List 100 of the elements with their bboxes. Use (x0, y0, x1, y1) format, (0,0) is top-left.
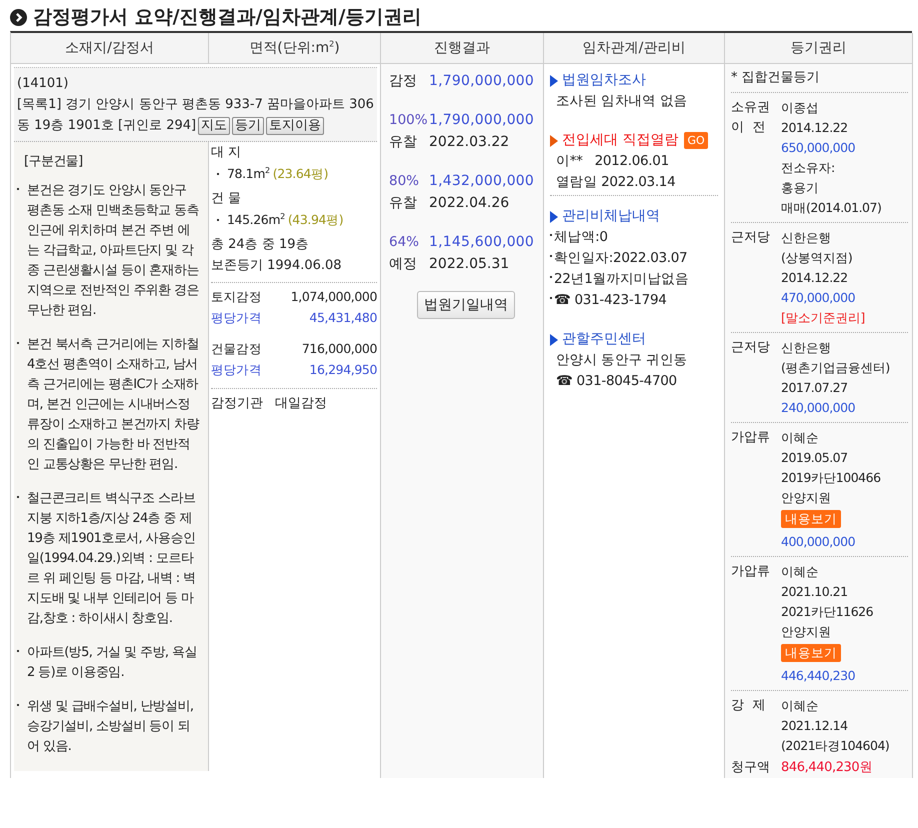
column-header: 소재지/감정서 (11, 33, 209, 64)
round-status: 유찰 (389, 194, 418, 213)
section-link[interactable]: 법원임차조사 (562, 70, 646, 91)
tenancy-text: 안양시 동안구 귀인동 (555, 351, 688, 370)
right-type: 소유권 (731, 99, 771, 117)
round-date: 2022.04.26 (429, 194, 510, 213)
description-paragraph: 아파트(방5, 거실 및 주방, 욕실2 등)로 이용중임. (27, 644, 198, 682)
right-detail: (상봉역지점) (781, 249, 854, 267)
section-link[interactable]: 관리비체납내역 (562, 206, 660, 227)
column-header: 등기권리 (725, 33, 913, 64)
appraisal-label: 감정 (389, 72, 418, 91)
fee-info: ☎ 031-423-1794 (554, 291, 667, 310)
right-type: 강 제 (731, 697, 766, 715)
amount-text: 650,000,000 (781, 139, 856, 157)
right-detail: 신한은행 (781, 229, 832, 247)
right-detail: 2017.07.27 (781, 379, 849, 397)
postcode: (14101) (17, 75, 70, 93)
base-right-note: [말소기준권리] (781, 309, 866, 327)
registration-date: 보존등기 1994.06.08 (211, 257, 343, 275)
right-detail: 매매(2014.01.07) (781, 199, 882, 217)
right-detail: 2019카단100466 (781, 469, 882, 487)
area-label: 대 지 (211, 144, 242, 162)
right-type: 이 전 (731, 119, 766, 137)
claim-amount: 846,440,230원 (781, 759, 872, 777)
right-detail: (평촌기업금융센터) (781, 359, 891, 377)
description-paragraph: 본건은 경기도 안양시 동안구 평촌동 소재 민백초등학교 동측 인근에 위치하며 본건 주변 에는 각급학교, 아파트단지 및 각종 근린생활시설 등이 혼재하는 지역으로 전반적인 주위환 경은 무난한 편임. (27, 182, 199, 320)
right-detail: 2021.12.14 (781, 717, 849, 735)
fee-info: 확인일자:2022.03.07 (554, 249, 688, 268)
description-paragraph: 철근콘크리트 벽식구조 스라브지붕 지하1층/지상 24층 중 제19층 제1901호로서, 사용승인일(1994.04.29.)외벽 : 모르타르 위 페인팅 등 마감, 내벽 : 벽지도배 및 내부 인테리어 등 마감,창호 : 하이새시 창호임. (27, 490, 196, 628)
right-detail: 2019.05.07 (781, 449, 849, 467)
right-type: 가압류 (731, 563, 771, 581)
round-percent: 100% (389, 111, 429, 130)
area-size: 78.1m$^{2}$ (227, 164, 270, 183)
right-detail: 이혜순 (781, 697, 820, 715)
triangle-icon (550, 74, 558, 86)
appraisal-label: 건물감정 (211, 340, 262, 358)
amount-text: 446,440,230 (781, 667, 856, 685)
column-header: 진행결과 (381, 33, 544, 64)
appraiser-label: 감정기관 (211, 395, 263, 413)
fee-info: 22년1월까지미납없음 (554, 270, 688, 289)
amount-text: 400,000,000 (781, 533, 856, 551)
right-type: 근저당 (731, 339, 771, 357)
address-text: 동 19층 1901호 [귀인로 294] (17, 117, 196, 135)
tenancy-text: 열람일 2022.03.14 (555, 173, 676, 192)
section-link[interactable]: 전입세대 직접열람 (562, 130, 678, 151)
tenancy-text: 조사된 임차내역 없음 (555, 92, 688, 111)
column-header: 임차관계/관리비 (544, 33, 725, 64)
right-detail: 전소유자: (781, 159, 836, 177)
address-button[interactable]: 지도 (198, 116, 230, 134)
section-link[interactable]: 관할주민센터 (562, 329, 646, 350)
court-dates-button[interactable]: 법원기일내역 (417, 291, 515, 319)
round-price: 1,145,600,000 (429, 233, 534, 252)
right-detail: 안양지원 (781, 623, 832, 641)
chevron-circle-icon (10, 8, 27, 26)
triangle-icon (550, 210, 558, 222)
round-percent: 80% (389, 172, 420, 191)
round-percent: 64% (389, 233, 420, 252)
round-date: 2022.05.31 (429, 255, 510, 274)
address-button[interactable]: 등기 (232, 116, 264, 134)
area-pyeong: (43.94평) (288, 211, 344, 229)
unit-price-value: 45,431,480 (309, 309, 377, 327)
appraisal-label: 토지감정 (211, 288, 262, 306)
round-price: 1,790,000,000 (429, 111, 534, 130)
unit-price-label: 평당가격 (211, 361, 262, 379)
round-status: 유찰 (389, 133, 418, 152)
section-title: 감정평가서 요약/진행결과/임차관계/등기권리 (33, 5, 422, 30)
appraisal-value: 716,000,000 (302, 340, 377, 358)
right-type: 근저당 (731, 229, 771, 247)
right-detail: 이혜순 (781, 563, 820, 581)
right-detail: 홍용기 (781, 179, 820, 197)
triangle-icon (550, 134, 558, 146)
floor-info: 총 24층 중 19층 (211, 236, 310, 254)
triangle-icon (550, 334, 558, 346)
unit-price-label: 평당가격 (211, 309, 262, 327)
address-button[interactable]: 토지이용 (266, 116, 324, 134)
tenancy-text: ☎ 031-8045-4700 (555, 372, 678, 391)
round-status: 예정 (389, 255, 418, 274)
right-detail: 신한은행 (781, 339, 832, 357)
tenancy-text: 이** 2012.06.01 (555, 152, 670, 171)
address-text: [목록1] 경기 안양시 동안구 평촌동 933-7 꿈마을아파트 306 (17, 96, 374, 114)
amount-text: 240,000,000 (781, 399, 856, 417)
column-header: 면적(단위:m$^{2}$) (209, 33, 381, 64)
right-detail: 2014.12.22 (781, 119, 849, 137)
description-paragraph: 본건 북서측 근거리에는 지하철 4호선 평촌역이 소재하고, 남서측 근거리에는 평촌IC가 소재하며, 본건 인근에는 시내버스정류장이 소재하고 본건까지 차량의 진출입이 가능한 바 전반적인 교통상황은 무난한 편임. (27, 336, 199, 474)
registry-note: * 집합건물등기 (731, 68, 908, 93)
right-detail: 안양지원 (781, 489, 832, 507)
round-price: 1,432,000,000 (429, 172, 534, 191)
amount-text: 470,000,000 (781, 289, 856, 307)
right-detail: 이혜순 (781, 429, 820, 447)
area-pyeong: (23.64평) (272, 165, 328, 183)
building-heading: [구분건물] (23, 153, 84, 171)
fee-info: 체납액:0 (554, 228, 608, 247)
round-date: 2022.03.22 (429, 133, 510, 152)
appraisal-value: 1,074,000,000 (290, 288, 377, 306)
right-detail: 2021카단11626 (781, 603, 874, 621)
right-type: 가압류 (731, 429, 771, 447)
area-label: 건 물 (211, 190, 242, 208)
right-detail: 2021.10.21 (781, 583, 849, 601)
unit-price-value: 16,294,950 (309, 361, 377, 379)
right-detail: 이종섭 (781, 99, 820, 117)
